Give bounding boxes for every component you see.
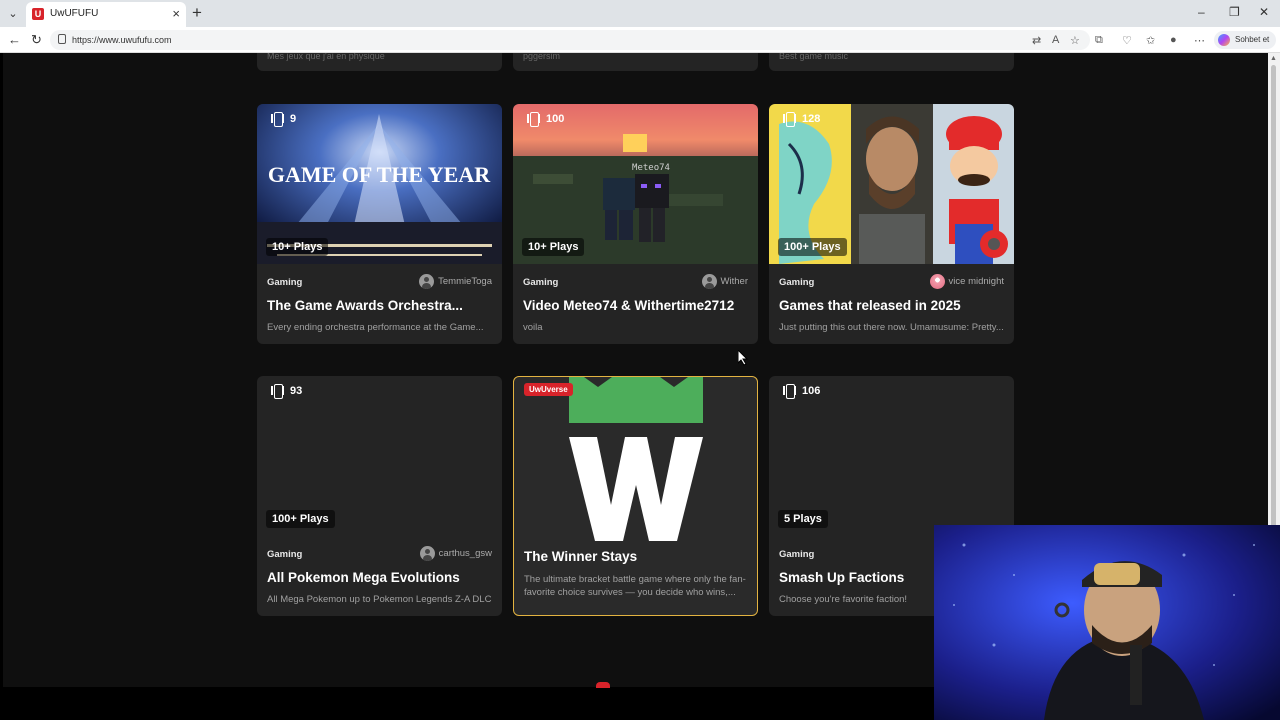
card-title[interactable]: Games that released in 2025 [779, 298, 961, 313]
tab-list-icon[interactable]: ⌄ [4, 5, 22, 23]
card-description: Mes jeux que j'ai en physique [267, 53, 385, 61]
featured-game-card[interactable]: UwUverse The Winner Stays The ultimate b… [513, 376, 758, 616]
cards-icon [783, 112, 796, 127]
item-count: 128 [783, 112, 821, 127]
profile-avatar-icon[interactable]: ● [1170, 34, 1177, 46]
banner-notch [660, 377, 688, 387]
card-title[interactable]: The Winner Stays [524, 549, 637, 564]
lock-icon [58, 34, 66, 44]
scroll-up-icon[interactable]: ▲ [1270, 55, 1277, 62]
browser-tab[interactable]: U UwUFUFU × [26, 2, 186, 27]
reload-icon[interactable]: ↻ [31, 32, 42, 48]
partial-card[interactable]: Mes jeux que j'ai en physique [257, 53, 502, 71]
user-avatar-icon [419, 546, 435, 561]
read-aloud-icon[interactable]: A [1052, 34, 1059, 46]
cards-icon [527, 112, 540, 127]
plays-badge: 10+ Plays [522, 238, 585, 256]
new-tab-icon[interactable]: + [192, 4, 202, 22]
address-bar: ← ↻ https://www.uwufufu.com ⇄ A ☆ ⧉ ♡ ✩ … [0, 27, 1280, 53]
plays-badge: 10+ Plays [266, 238, 329, 256]
favicon-icon: U [32, 8, 44, 20]
card-author[interactable]: carthus_gsw [419, 546, 492, 561]
card-description: The ultimate bracket battle game where o… [524, 574, 746, 598]
thumbnail-text: Meteo74 [632, 163, 670, 173]
card-author[interactable]: vice midnight [929, 274, 1004, 289]
card-description: Best game music [779, 53, 849, 61]
card-author[interactable]: Wither [701, 274, 748, 289]
card-category[interactable]: Gaming [779, 549, 814, 560]
card-description: Every ending orchestra performance at th… [267, 322, 484, 333]
mouse-cursor [738, 350, 749, 366]
webcam-overlay [934, 525, 1280, 720]
game-card[interactable]: Meteo74 100 10+ Plays Gaming Wither Vide… [513, 104, 758, 344]
card-title[interactable]: Video Meteo74 & Withertime2712 [523, 298, 734, 313]
floating-button-edge[interactable] [596, 682, 610, 688]
tab-bar: ⌄ U UwUFUFU × + – ❐ ✕ [0, 0, 1280, 27]
copilot-icon [1218, 34, 1230, 46]
game-card[interactable]: 128 100+ Plays Gaming vice midnight Game… [769, 104, 1014, 344]
game-card[interactable]: 93 100+ Plays Gaming carthus_gsw All Pok… [257, 376, 502, 616]
cards-icon [271, 384, 284, 399]
user-avatar-icon [419, 274, 435, 289]
plays-badge: 100+ Plays [266, 510, 335, 528]
favorites-icon[interactable]: ✩ [1146, 34, 1155, 47]
partial-card[interactable]: Best game music [769, 53, 1014, 71]
winner-logo-w [569, 437, 703, 541]
partial-card[interactable]: pggersim [513, 53, 758, 71]
card-title[interactable]: The Game Awards Orchestra... [267, 298, 463, 313]
copilot-button[interactable]: Sohbet et [1214, 31, 1276, 49]
game-card[interactable]: GAME OF THE YEAR 9 10+ Plays Gaming Temm… [257, 104, 502, 344]
uwuverse-badge: UwUverse [524, 383, 573, 396]
author-name: Wither [720, 276, 748, 287]
card-category[interactable]: Gaming [267, 277, 302, 288]
card-description: Just putting this out there now. Umamusu… [779, 322, 1004, 333]
cards-icon [271, 112, 284, 127]
card-title[interactable]: All Pokemon Mega Evolutions [267, 570, 460, 585]
card-category[interactable]: Gaming [267, 549, 302, 560]
thumbnail-text: GAME OF THE YEAR [268, 162, 491, 187]
item-count: 106 [783, 384, 821, 399]
card-description: pggersim [523, 53, 561, 61]
author-name: vice midnight [948, 276, 1004, 287]
close-tab-icon[interactable]: × [172, 6, 180, 21]
item-count: 100 [527, 112, 565, 127]
maximize-icon[interactable]: ❐ [1229, 5, 1240, 19]
tab-title: UwUFUFU [50, 8, 99, 19]
card-author[interactable]: TemmieToga [419, 274, 492, 289]
url-field[interactable]: https://www.uwufufu.com [50, 30, 1090, 50]
plays-badge: 100+ Plays [778, 238, 847, 256]
item-count-value: 93 [290, 384, 303, 397]
close-window-icon[interactable]: ✕ [1259, 5, 1269, 19]
item-count-value: 100 [546, 112, 565, 125]
plays-badge: 5 Plays [778, 510, 828, 528]
translate-icon[interactable]: ⇄ [1032, 34, 1041, 47]
copilot-label: Sohbet et [1235, 35, 1270, 44]
item-count-value: 106 [802, 384, 821, 397]
item-count-value: 9 [290, 112, 297, 125]
card-category[interactable]: Gaming [523, 277, 558, 288]
back-icon[interactable]: ← [8, 32, 21, 47]
card-category[interactable]: Gaming [779, 277, 814, 288]
extensions-icon[interactable]: ⧉ [1095, 34, 1103, 47]
user-avatar-icon [929, 274, 945, 289]
card-description: voila [523, 322, 543, 333]
banner-notch [584, 377, 612, 387]
cards-icon [783, 384, 796, 399]
item-count-value: 128 [802, 112, 821, 125]
item-count: 9 [271, 112, 297, 127]
minimize-icon[interactable]: – [1198, 5, 1205, 19]
favorite-star-icon[interactable]: ☆ [1070, 34, 1080, 47]
card-description: All Mega Pokemon up to Pokemon Legends Z… [267, 594, 492, 605]
browser-essentials-icon[interactable]: ♡ [1122, 34, 1132, 47]
author-name: TemmieToga [438, 276, 492, 287]
url-text: https://www.uwufufu.com [72, 35, 172, 45]
item-count: 93 [271, 384, 303, 399]
card-title[interactable]: Smash Up Factions [779, 570, 904, 585]
author-name: carthus_gsw [438, 548, 492, 559]
user-avatar-icon [701, 274, 717, 289]
more-menu-icon[interactable]: ⋯ [1194, 34, 1205, 47]
